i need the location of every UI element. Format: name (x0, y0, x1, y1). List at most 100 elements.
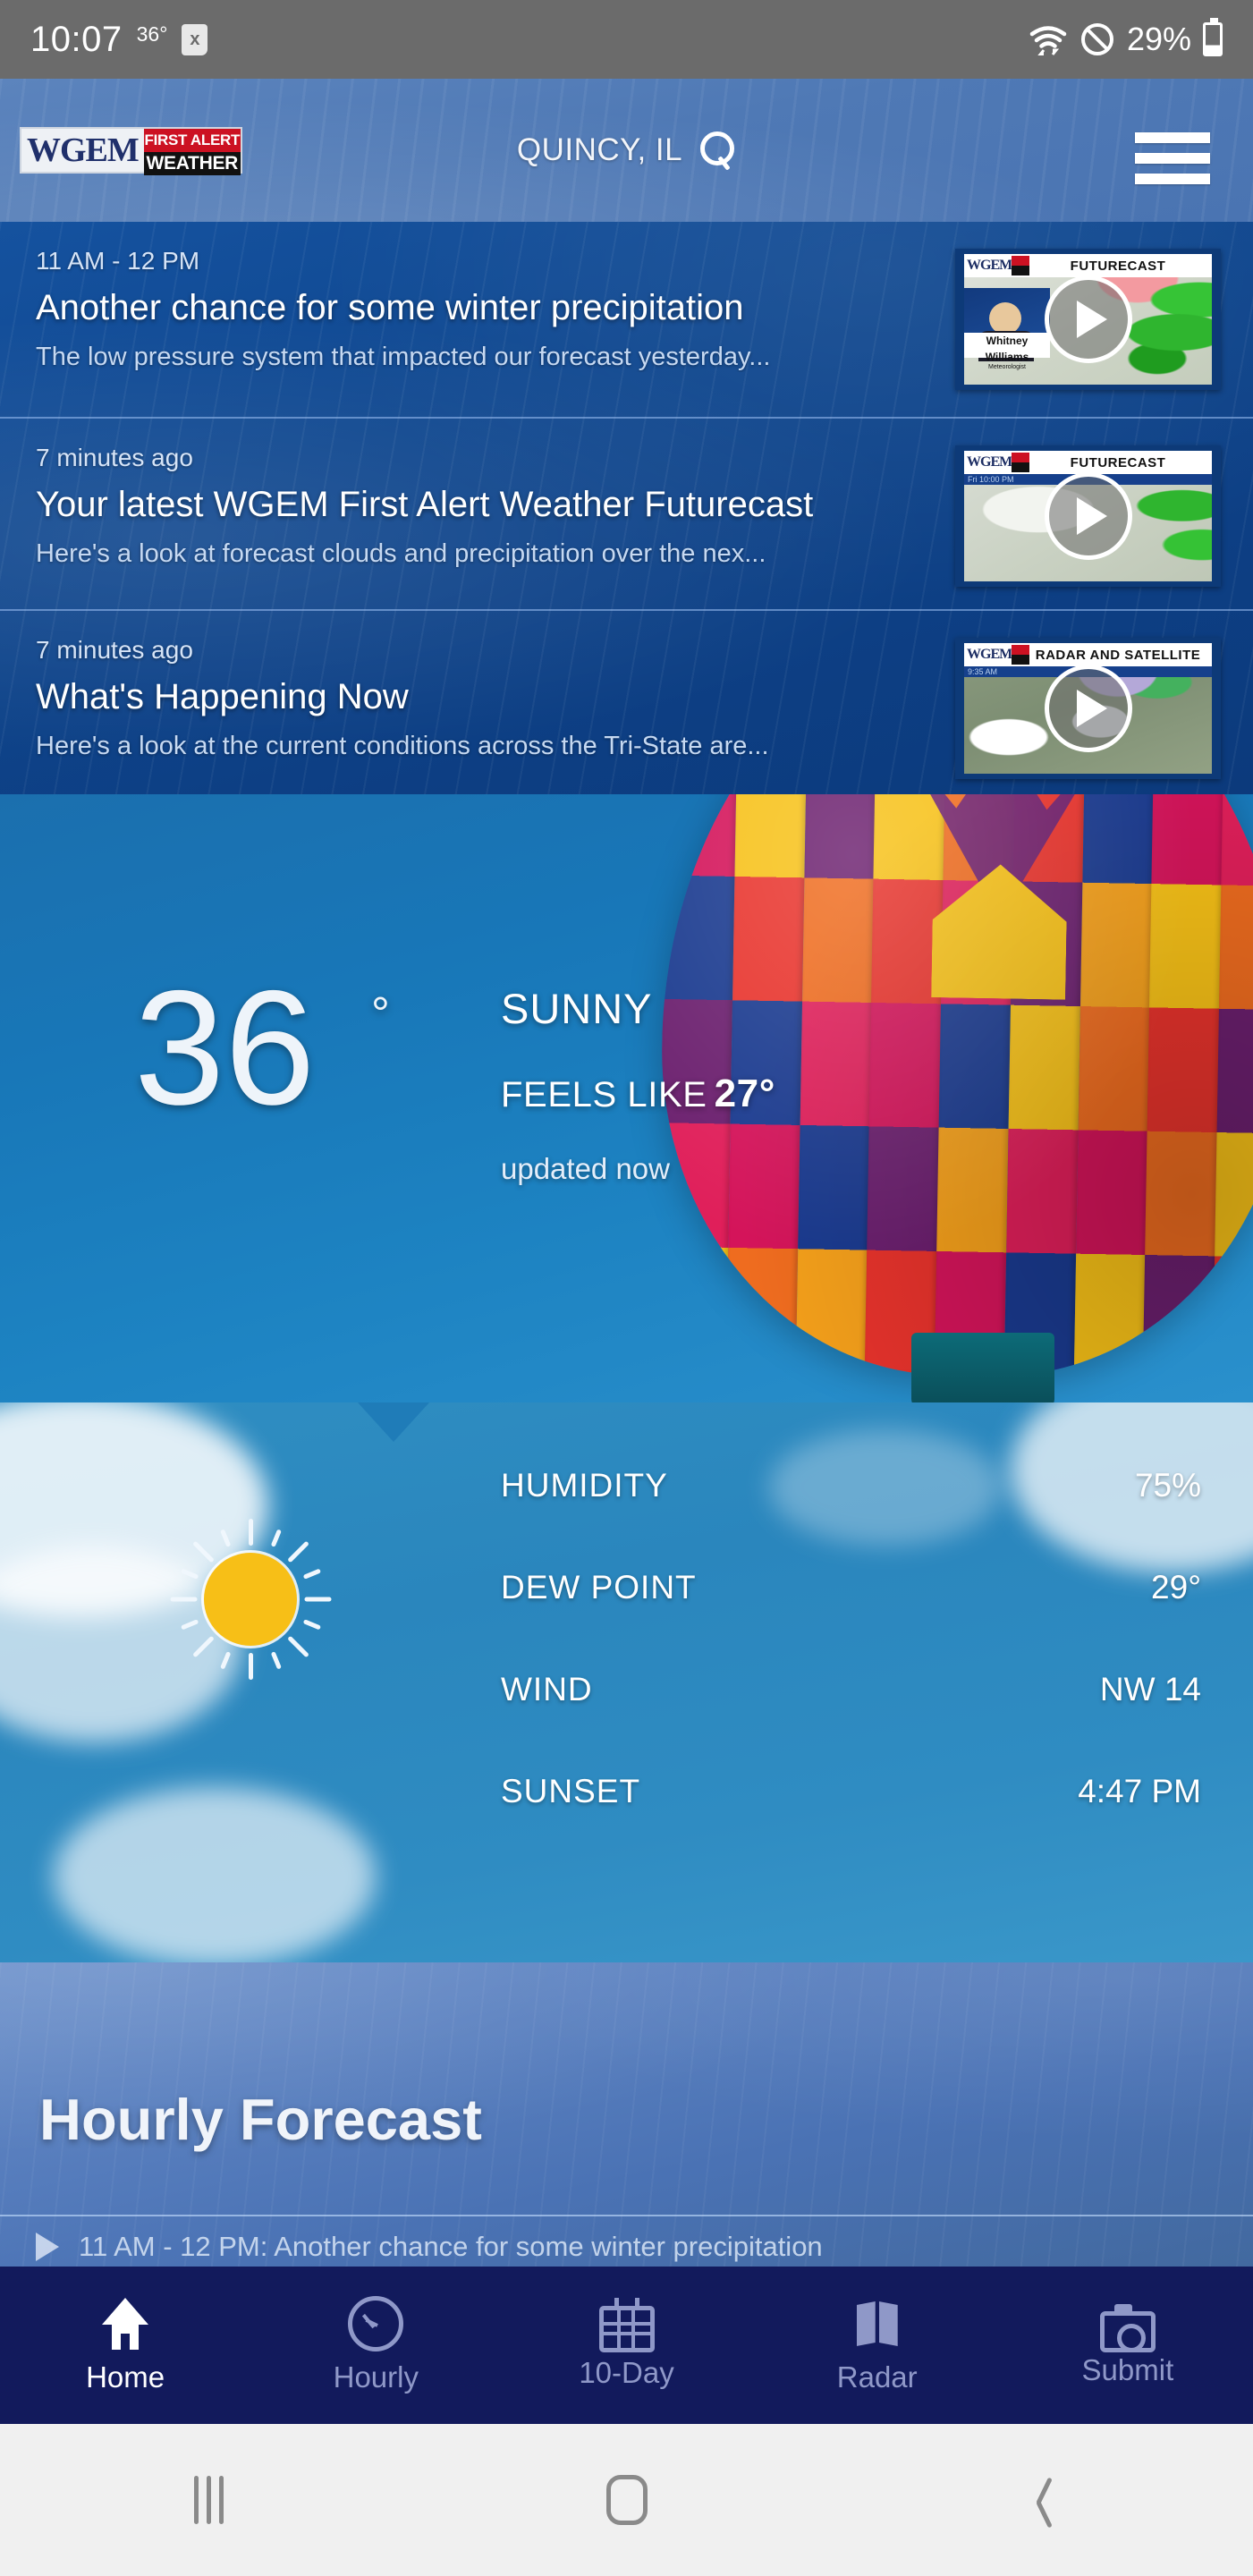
nav-item-submit[interactable]: Submit (1003, 2267, 1253, 2424)
news-item[interactable]: 7 minutes ago Your latest WGEM First Ale… (0, 419, 1253, 611)
play-button-icon[interactable] (1044, 472, 1132, 560)
home-icon (97, 2296, 153, 2351)
nav-item-hourly[interactable]: Hourly (250, 2267, 501, 2424)
hourly-first-row[interactable]: 11 AM - 12 PM: Another chance for some w… (36, 2231, 823, 2263)
news-thumbnail[interactable]: WGEM FUTURECAST Fri 10:00 PM (955, 445, 1221, 587)
anchor-video-box: Whitney Williams Meteorologist (964, 288, 1050, 370)
sun-ray (302, 1568, 322, 1580)
feels-like-row: FEELS LIKE 27° (501, 1072, 775, 1116)
nav-label: Radar (836, 2360, 918, 2394)
location-search[interactable]: QUINCY, IL (0, 79, 1253, 222)
thumb-logo-badge (1012, 453, 1029, 472)
news-item[interactable]: 11 AM - 12 PM Another chance for some wi… (0, 222, 1253, 419)
hourly-forecast-section[interactable]: Hourly Forecast 11 AM - 12 PM: Another c… (0, 1962, 1253, 2267)
android-home-button[interactable] (418, 2475, 835, 2525)
section-divider (0, 2215, 1253, 2216)
thumb-logo-text: WGEM (967, 256, 1012, 275)
detail-value: 29° (1151, 1569, 1201, 1606)
hourly-forecast-title: Hourly Forecast (39, 2087, 482, 2152)
temperature-degree-symbol: ° (371, 988, 390, 1040)
current-conditions-hero: 36 ° SUNNY FEELS LIKE 27° updated now (0, 794, 1253, 1402)
news-thumbnail[interactable]: Whitney Williams Meteorologist WGEM FUTU… (955, 249, 1221, 390)
android-recents-button[interactable] (0, 2476, 418, 2524)
anchor-name-label: Whitney Williams Meteorologist (964, 333, 1050, 370)
location-label: QUINCY, IL (516, 132, 683, 167)
thumbnail-titlebar: WGEM RADAR AND SATELLITE (964, 643, 1212, 666)
panel-notch (358, 1402, 429, 1442)
thumb-wgem-logo: WGEM (967, 453, 1029, 472)
status-bar-left: 10:07 36° x (30, 19, 208, 60)
recents-icon (194, 2476, 224, 2524)
battery-icon (1203, 18, 1223, 56)
nav-label: 10-Day (579, 2356, 674, 2389)
detail-row-dew-point: DEW POINT 29° (501, 1563, 1201, 1612)
search-icon[interactable] (698, 131, 736, 169)
status-bar-right: 29% (1029, 18, 1223, 58)
detail-value: 4:47 PM (1078, 1773, 1201, 1809)
clock-icon (348, 2296, 404, 2351)
hamburger-bar (1135, 174, 1210, 184)
thumbnail-titlebar: WGEM FUTURECAST (964, 451, 1212, 474)
play-triangle-icon (36, 2233, 59, 2261)
sun-icon (170, 1519, 332, 1680)
sun-ray (192, 1540, 215, 1563)
nav-label: Hourly (333, 2360, 419, 2394)
status-temperature: 36° (136, 21, 168, 46)
sun-ray (249, 1653, 253, 1680)
sun-ray (287, 1635, 309, 1658)
sun-ray (287, 1540, 309, 1563)
conditions-details-panel: HUMIDITY 75% DEW POINT 29° WIND NW 14 SU… (0, 1402, 1253, 1962)
map-icon (850, 2296, 905, 2351)
calendar-icon (598, 2298, 655, 2352)
nav-item-home[interactable]: Home (0, 2267, 250, 2424)
hamburger-bar (1135, 153, 1210, 164)
android-navigation-bar (0, 2424, 1253, 2576)
play-button-icon[interactable] (1044, 665, 1132, 752)
thumb-logo-badge (1012, 645, 1029, 665)
detail-label: SUNSET (501, 1773, 641, 1809)
sun-ray (302, 1619, 322, 1631)
hourly-row-label: 11 AM - 12 PM: Another chance for some w… (79, 2231, 823, 2262)
detail-label: WIND (501, 1671, 593, 1707)
sun-ray (270, 1651, 282, 1670)
hamburger-menu-icon[interactable] (1135, 132, 1210, 184)
weather-app-screen: 10:07 36° x 29% WGEM FIRST ALERT WEATHER… (0, 0, 1253, 2576)
sun-ray (170, 1597, 198, 1602)
nav-item-10-day[interactable]: 10-Day (501, 2267, 751, 2424)
sun-ray (220, 1529, 232, 1547)
back-icon (1031, 2477, 1058, 2523)
sun-ray (180, 1568, 199, 1580)
status-clock: 10:07 (30, 19, 123, 59)
nav-item-radar[interactable]: Radar (752, 2267, 1003, 2424)
anchor-role-text: Meteorologist (987, 364, 1027, 370)
news-item[interactable]: 7 minutes ago What's Happening Now Here'… (0, 611, 1253, 794)
app-header: WGEM FIRST ALERT WEATHER QUINCY, IL (0, 79, 1253, 222)
detail-value: 75% (1134, 1467, 1201, 1504)
detail-row-wind: WIND NW 14 (501, 1665, 1201, 1714)
bottom-navigation-bar: Home Hourly 10-Day Radar Submit (0, 2267, 1253, 2424)
sun-ray (270, 1529, 282, 1547)
sun-ray (220, 1651, 232, 1670)
camera-icon (1099, 2304, 1156, 2352)
sun-ray (180, 1619, 199, 1631)
sun-core (204, 1553, 297, 1646)
thumbnail-label: FUTURECAST (1070, 454, 1166, 470)
android-back-button[interactable] (835, 2477, 1253, 2523)
news-thumbnail[interactable]: WGEM RADAR AND SATELLITE 9:35 AM (955, 638, 1221, 779)
hamburger-bar (1135, 132, 1210, 143)
sun-ray (249, 1519, 253, 1546)
detail-row-sunset: SUNSET 4:47 PM (501, 1767, 1201, 1816)
battery-percent-label: 29% (1126, 21, 1191, 57)
thumbnail-label: FUTURECAST (1070, 258, 1166, 274)
home-pill-icon (605, 2475, 648, 2525)
play-button-icon[interactable] (1044, 275, 1132, 363)
thumbnail-titlebar: WGEM FUTURECAST (964, 254, 1212, 277)
thumb-wgem-logo: WGEM (967, 256, 1029, 275)
cloud-decoration (54, 1787, 376, 1962)
current-condition-label: SUNNY (501, 985, 653, 1032)
thumb-logo-badge (1012, 256, 1029, 275)
feels-like-label: FEELS LIKE (501, 1075, 707, 1114)
detail-label: HUMIDITY (501, 1467, 668, 1504)
sun-ray (192, 1635, 215, 1658)
current-temperature: 36 (134, 956, 316, 1139)
